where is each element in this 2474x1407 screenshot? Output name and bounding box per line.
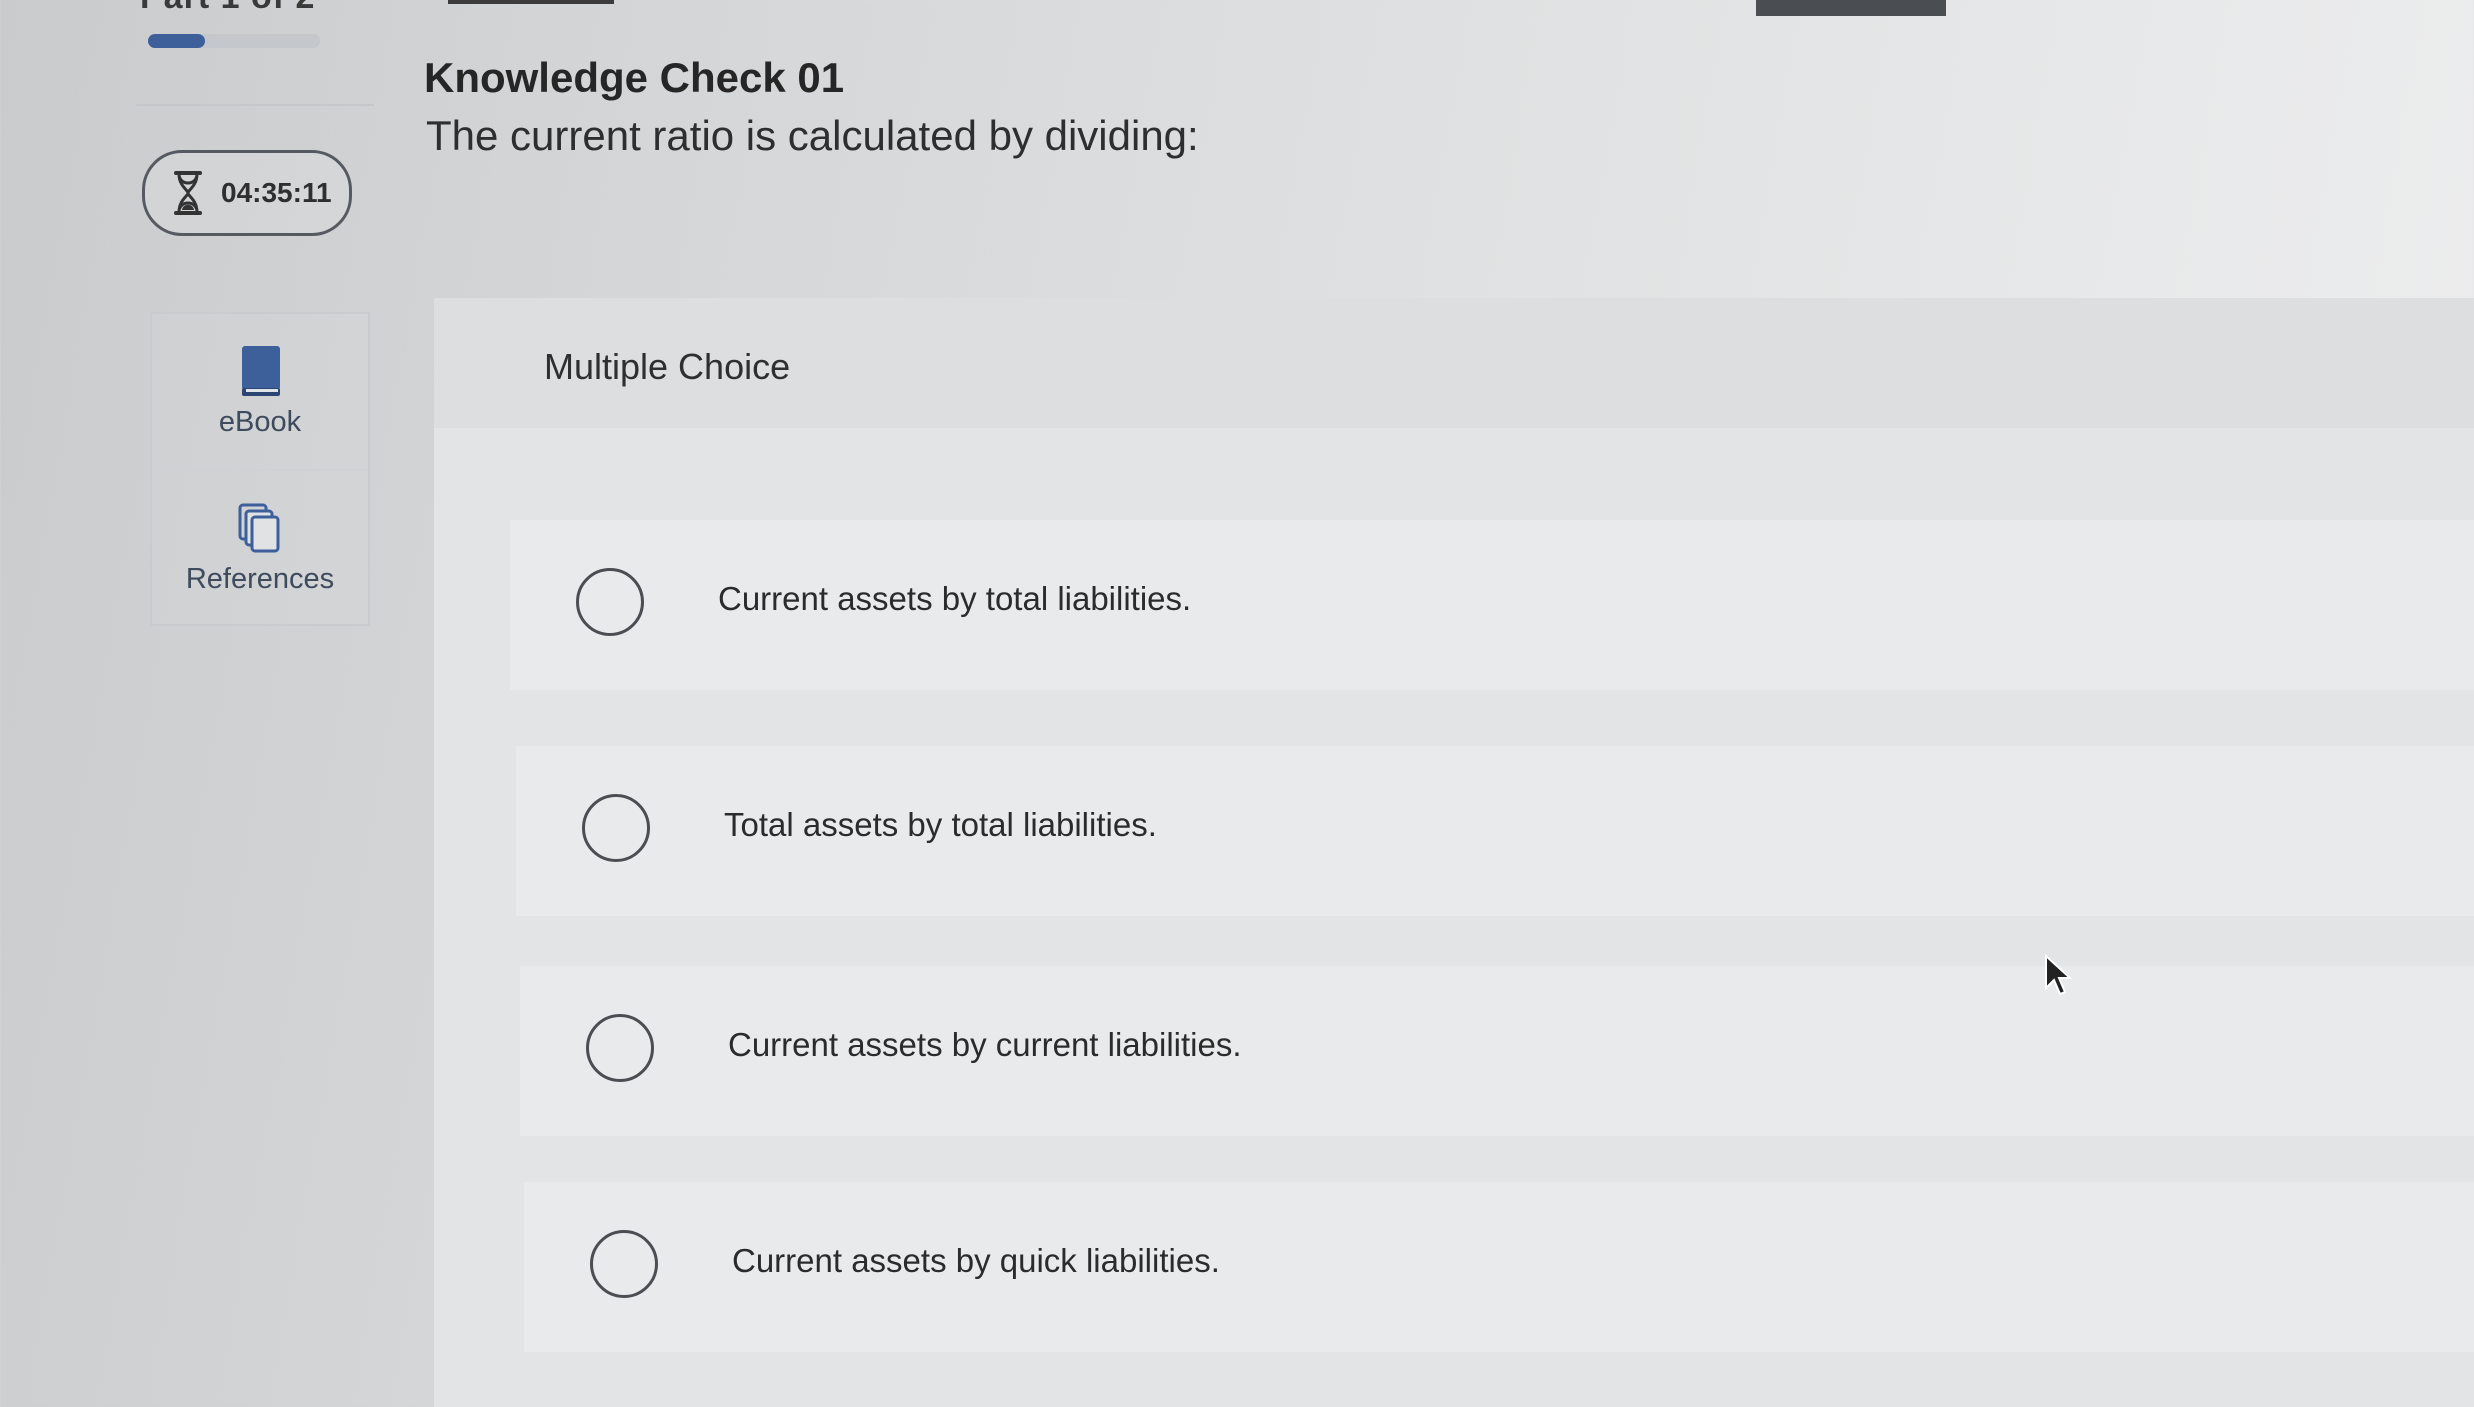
option-label: Current assets by quick liabilities. — [732, 1242, 1220, 1279]
tools-panel: eBook References — [150, 312, 370, 626]
references-button[interactable]: References — [152, 471, 368, 626]
divider — [136, 104, 374, 106]
option-label: Current assets by total liabilities. — [718, 580, 1192, 617]
book-icon — [242, 346, 280, 396]
progress-fill — [148, 34, 205, 48]
tab-indicator — [448, 0, 614, 4]
radio-button[interactable] — [576, 568, 644, 636]
option-label: Current assets by current liabilities. — [728, 1026, 1242, 1063]
ebook-button[interactable]: eBook — [152, 314, 368, 471]
progress-bar — [148, 34, 320, 48]
answer-option[interactable]: Current assets by total liabilities. — [510, 520, 2474, 690]
answer-option[interactable]: Total assets by total liabilities. — [516, 746, 2474, 916]
answer-option[interactable]: Current assets by current liabilities. — [520, 966, 2474, 1136]
option-label: Total assets by total liabilities. — [724, 806, 1157, 843]
ebook-label: eBook — [218, 406, 302, 438]
question-type-header: Multiple Choice — [434, 298, 2474, 428]
timer[interactable]: 04:35:11 — [142, 150, 352, 236]
hourglass-icon — [174, 171, 202, 215]
timer-value: 04:35:11 — [221, 177, 332, 208]
part-label: Part 1 of 2 — [140, 0, 315, 17]
references-icon — [238, 503, 280, 553]
radio-button[interactable] — [590, 1230, 658, 1298]
references-label: References — [185, 563, 335, 595]
question-type-label: Multiple Choice — [544, 346, 791, 387]
header-button[interactable] — [1756, 0, 1946, 16]
radio-button[interactable] — [582, 794, 650, 862]
answer-card: Multiple Choice Current assets by total … — [434, 298, 2474, 1407]
mouse-cursor-icon — [2045, 954, 2073, 996]
question-prompt: The current ratio is calculated by divid… — [426, 112, 1199, 159]
answer-option[interactable]: Current assets by quick liabilities. — [524, 1182, 2474, 1352]
radio-button[interactable] — [586, 1014, 654, 1082]
question-title: Knowledge Check 01 — [424, 54, 845, 101]
